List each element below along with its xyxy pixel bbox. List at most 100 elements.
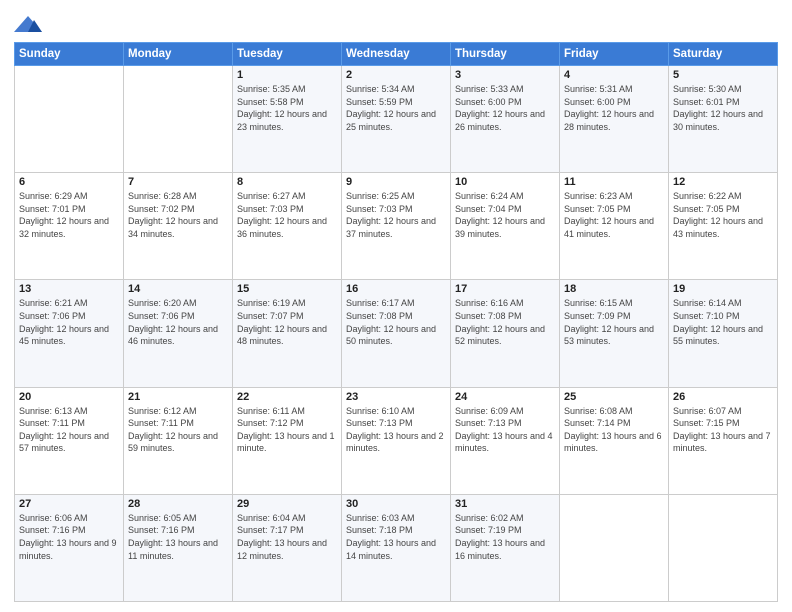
day-number: 10 — [455, 176, 555, 188]
calendar-cell: 7Sunrise: 6:28 AMSunset: 7:02 PMDaylight… — [124, 173, 233, 280]
day-number: 11 — [564, 176, 664, 188]
day-detail: Sunrise: 6:05 AMSunset: 7:16 PMDaylight:… — [128, 512, 228, 562]
logo-icon — [14, 14, 42, 36]
logo — [14, 14, 46, 36]
calendar-cell: 10 Sunrise: 6:24 AMSunset: 7:04 PMDayligh… — [451, 173, 560, 280]
day-number: 8 — [237, 176, 337, 188]
calendar: SundayMondayTuesdayWednesdayThursdayFrid… — [14, 42, 778, 602]
day-number: 31 — [455, 498, 555, 510]
day-number: 4 — [564, 69, 664, 81]
day-detail: Sunrise: 6:10 AMSunset: 7:13 PMDaylight:… — [346, 405, 446, 455]
calendar-cell: 27Sunrise: 6:06 AMSunset: 7:16 PMDayligh… — [15, 494, 124, 601]
calendar-cell: 2 Sunrise: 5:34 AMSunset: 5:59 PMDaylight… — [342, 66, 451, 173]
day-detail: Sunrise: 6:12 AMSunset: 7:11 PMDaylight:… — [128, 405, 228, 455]
day-number: 26 — [673, 391, 773, 403]
day-detail: Sunrise: 6:07 AMSunset: 7:15 PMDaylight:… — [673, 405, 773, 455]
calendar-week-5: 27Sunrise: 6:06 AMSunset: 7:16 PMDayligh… — [15, 494, 778, 601]
calendar-cell: 25Sunrise: 6:08 AMSunset: 7:14 PMDayligh… — [560, 387, 669, 494]
calendar-cell: 6 Sunrise: 6:29 AMSunset: 7:01 PMDaylight… — [15, 173, 124, 280]
day-number: 23 — [346, 391, 446, 403]
day-detail: Sunrise: 6:14 AMSunset: 7:10 PMDaylight:… — [673, 297, 773, 347]
day-detail: Sunrise: 5:30 AMSunset: 6:01 PMDaylight:… — [673, 83, 773, 133]
day-number: 2 — [346, 69, 446, 81]
day-number: 29 — [237, 498, 337, 510]
calendar-cell: 31 Sunrise: 6:02 AMSunset: 7:19 PMDayligh… — [451, 494, 560, 601]
day-detail: Sunrise: 6:25 AMSunset: 7:03 PMDaylight:… — [346, 190, 446, 240]
calendar-cell: 24Sunrise: 6:09 AMSunset: 7:13 PMDayligh… — [451, 387, 560, 494]
calendar-cell: 13 Sunrise: 6:21 AMSunset: 7:06 PMDayligh… — [15, 280, 124, 387]
day-detail: Sunrise: 6:13 AMSunset: 7:11 PMDaylight:… — [19, 405, 119, 455]
calendar-cell — [15, 66, 124, 173]
day-number: 24 — [455, 391, 555, 403]
day-detail: Sunrise: 5:33 AMSunset: 6:00 PMDaylight:… — [455, 83, 555, 133]
day-detail: Sunrise: 6:03 AMSunset: 7:18 PMDaylight:… — [346, 512, 446, 562]
day-number: 12 — [673, 176, 773, 188]
day-detail: Sunrise: 5:31 AMSunset: 6:00 PMDaylight:… — [564, 83, 664, 133]
calendar-cell: 11 Sunrise: 6:23 AMSunset: 7:05 PMDayligh… — [560, 173, 669, 280]
day-number: 18 — [564, 283, 664, 295]
calendar-header-thursday: Thursday — [451, 43, 560, 66]
day-number: 17 — [455, 283, 555, 295]
calendar-header-wednesday: Wednesday — [342, 43, 451, 66]
day-number: 28 — [128, 498, 228, 510]
day-detail: Sunrise: 6:19 AMSunset: 7:07 PMDaylight:… — [237, 297, 337, 347]
calendar-cell: 4 Sunrise: 5:31 AMSunset: 6:00 PMDaylight… — [560, 66, 669, 173]
calendar-cell: 29 Sunrise: 6:04 AMSunset: 7:17 PMDayligh… — [233, 494, 342, 601]
day-number: 30 — [346, 498, 446, 510]
calendar-cell: 5 Sunrise: 5:30 AMSunset: 6:01 PMDaylight… — [669, 66, 778, 173]
calendar-cell: 16Sunrise: 6:17 AMSunset: 7:08 PMDayligh… — [342, 280, 451, 387]
calendar-cell: 14 Sunrise: 6:20 AMSunset: 7:06 PMDayligh… — [124, 280, 233, 387]
calendar-cell — [669, 494, 778, 601]
calendar-cell: 8 Sunrise: 6:27 AMSunset: 7:03 PMDaylight… — [233, 173, 342, 280]
calendar-cell: 3 Sunrise: 5:33 AMSunset: 6:00 PMDaylight… — [451, 66, 560, 173]
day-detail: Sunrise: 6:23 AMSunset: 7:05 PMDaylight:… — [564, 190, 664, 240]
day-number: 5 — [673, 69, 773, 81]
day-number: 21 — [128, 391, 228, 403]
day-number: 14 — [128, 283, 228, 295]
day-detail: Sunrise: 6:08 AMSunset: 7:14 PMDaylight:… — [564, 405, 664, 455]
calendar-cell: 17Sunrise: 6:16 AMSunset: 7:08 PMDayligh… — [451, 280, 560, 387]
day-number: 22 — [237, 391, 337, 403]
day-detail: Sunrise: 6:04 AMSunset: 7:17 PMDaylight:… — [237, 512, 337, 562]
calendar-cell: 18 Sunrise: 6:15 AMSunset: 7:09 PMDayligh… — [560, 280, 669, 387]
day-detail: Sunrise: 6:20 AMSunset: 7:06 PMDaylight:… — [128, 297, 228, 347]
day-detail: Sunrise: 6:22 AMSunset: 7:05 PMDaylight:… — [673, 190, 773, 240]
day-detail: Sunrise: 6:15 AMSunset: 7:09 PMDaylight:… — [564, 297, 664, 347]
day-detail: Sunrise: 5:34 AMSunset: 5:59 PMDaylight:… — [346, 83, 446, 133]
calendar-header-saturday: Saturday — [669, 43, 778, 66]
calendar-cell: 20Sunrise: 6:13 AMSunset: 7:11 PMDayligh… — [15, 387, 124, 494]
day-number: 13 — [19, 283, 119, 295]
day-detail: Sunrise: 6:29 AMSunset: 7:01 PMDaylight:… — [19, 190, 119, 240]
day-detail: Sunrise: 6:06 AMSunset: 7:16 PMDaylight:… — [19, 512, 119, 562]
day-detail: Sunrise: 6:11 AMSunset: 7:12 PMDaylight:… — [237, 405, 337, 455]
day-detail: Sunrise: 6:21 AMSunset: 7:06 PMDaylight:… — [19, 297, 119, 347]
day-number: 19 — [673, 283, 773, 295]
day-number: 9 — [346, 176, 446, 188]
day-number: 7 — [128, 176, 228, 188]
calendar-cell: 28 Sunrise: 6:05 AMSunset: 7:16 PMDayligh… — [124, 494, 233, 601]
day-detail: Sunrise: 6:27 AMSunset: 7:03 PMDaylight:… — [237, 190, 337, 240]
day-number: 1 — [237, 69, 337, 81]
day-detail: Sunrise: 6:02 AMSunset: 7:19 PMDaylight:… — [455, 512, 555, 562]
calendar-cell: 15Sunrise: 6:19 AMSunset: 7:07 PMDayligh… — [233, 280, 342, 387]
calendar-cell: 30 Sunrise: 6:03 AMSunset: 7:18 PMDayligh… — [342, 494, 451, 601]
calendar-week-1: 1 Sunrise: 5:35 AMSunset: 5:58 PMDaylight… — [15, 66, 778, 173]
calendar-cell: 12 Sunrise: 6:22 AMSunset: 7:05 PMDayligh… — [669, 173, 778, 280]
calendar-header-friday: Friday — [560, 43, 669, 66]
calendar-cell: 22 Sunrise: 6:11 AMSunset: 7:12 PMDayligh… — [233, 387, 342, 494]
day-number: 6 — [19, 176, 119, 188]
day-number: 3 — [455, 69, 555, 81]
calendar-week-2: 6 Sunrise: 6:29 AMSunset: 7:01 PMDaylight… — [15, 173, 778, 280]
calendar-cell: 21 Sunrise: 6:12 AMSunset: 7:11 PMDayligh… — [124, 387, 233, 494]
calendar-header-sunday: Sunday — [15, 43, 124, 66]
calendar-week-3: 13 Sunrise: 6:21 AMSunset: 7:06 PMDayligh… — [15, 280, 778, 387]
calendar-week-4: 20Sunrise: 6:13 AMSunset: 7:11 PMDayligh… — [15, 387, 778, 494]
calendar-header-row: SundayMondayTuesdayWednesdayThursdayFrid… — [15, 43, 778, 66]
calendar-cell: 9 Sunrise: 6:25 AMSunset: 7:03 PMDaylight… — [342, 173, 451, 280]
calendar-cell — [124, 66, 233, 173]
day-detail: Sunrise: 6:24 AMSunset: 7:04 PMDaylight:… — [455, 190, 555, 240]
day-detail: Sunrise: 5:35 AMSunset: 5:58 PMDaylight:… — [237, 83, 337, 133]
calendar-cell: 1 Sunrise: 5:35 AMSunset: 5:58 PMDaylight… — [233, 66, 342, 173]
calendar-cell — [560, 494, 669, 601]
calendar-header-tuesday: Tuesday — [233, 43, 342, 66]
